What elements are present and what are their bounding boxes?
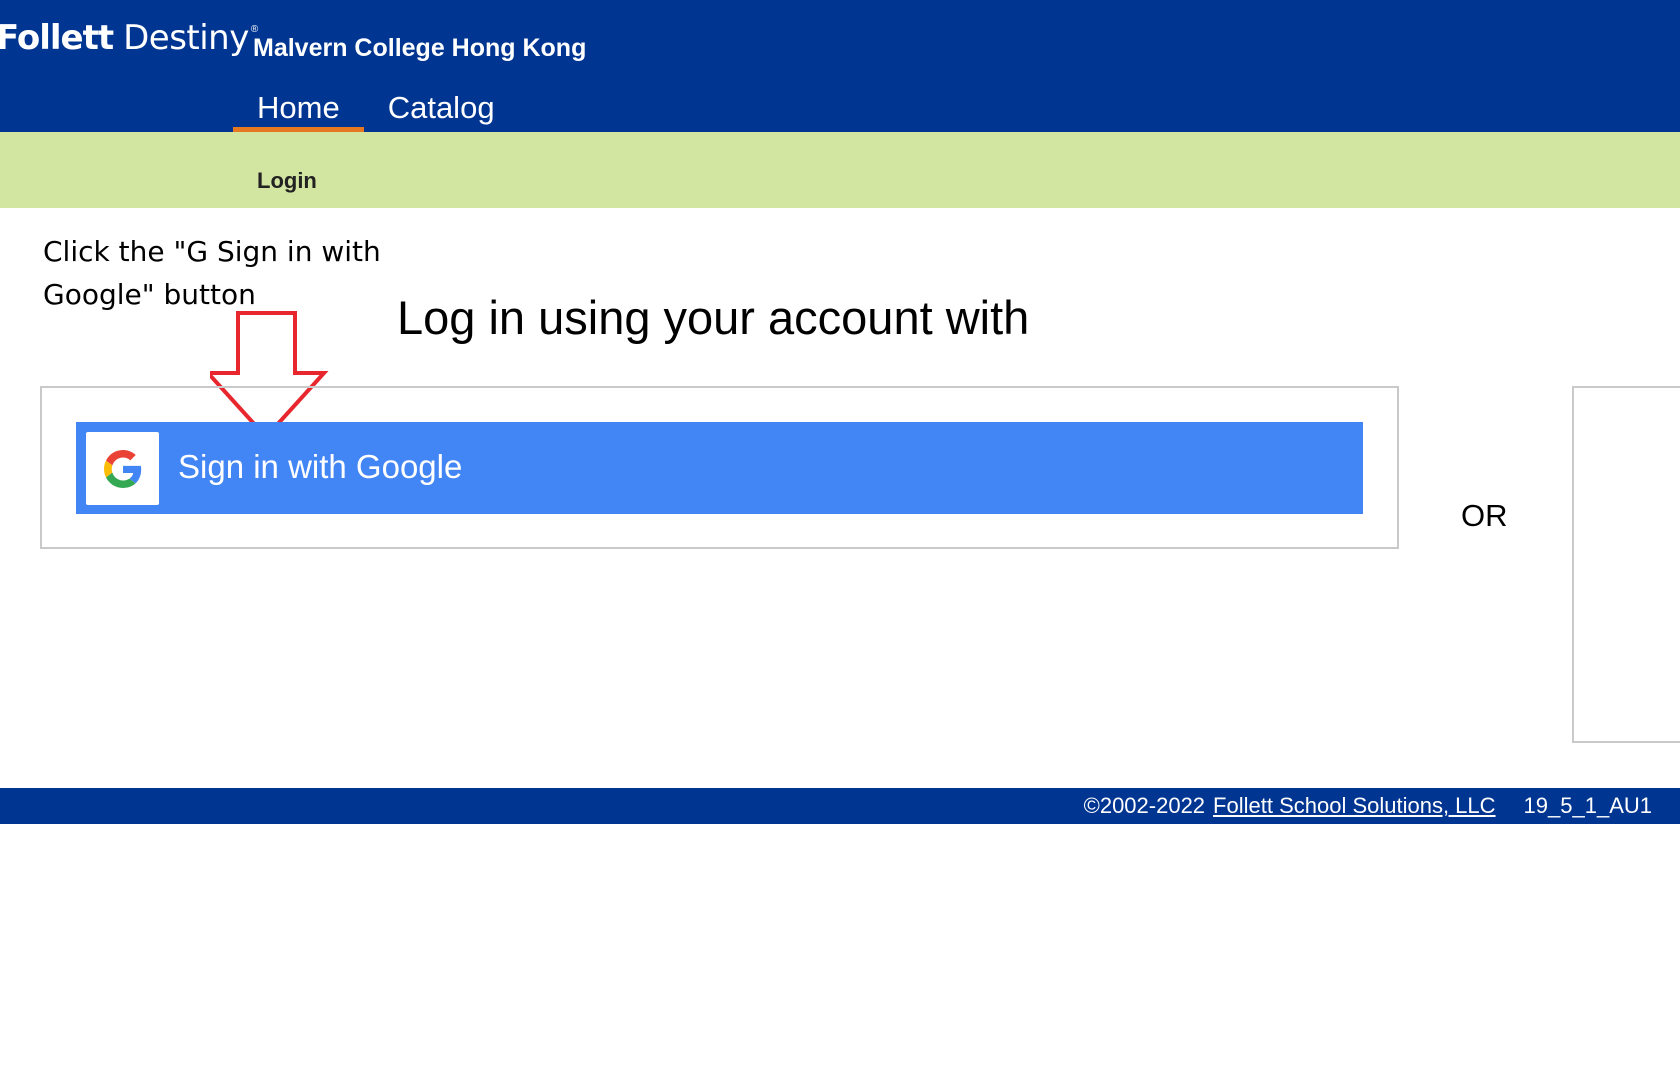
version-text: 19_5_1_AU1 <box>1523 793 1652 818</box>
footer-content: ©2002-2022 Follett School Solutions, LLC 1… <box>1084 788 1652 824</box>
tab-home[interactable]: Home <box>233 86 364 132</box>
footer-bar: ©2002-2022 Follett School Solutions, LLC 1… <box>0 788 1680 824</box>
logo-product: Destiny <box>123 18 249 58</box>
copyright-text: ©2002-2022 <box>1083 793 1206 818</box>
logo-brand: Follett <box>0 18 114 58</box>
sign-in-with-google-button[interactable]: Sign in with Google <box>76 422 1363 514</box>
or-separator: OR <box>1461 498 1508 533</box>
follett-destiny-logo[interactable]: Follett Destiny ® <box>0 18 258 68</box>
header-bar: Follett Destiny ® Malvern College Hong K… <box>0 0 1680 132</box>
follett-company-link[interactable]: Follett School Solutions, LLC <box>1213 793 1496 818</box>
sub-nav-bar <box>0 132 1680 208</box>
instruction-text: Click the "G Sign in with Google" button <box>43 235 381 311</box>
login-heading: Log in using your account with <box>397 291 1030 344</box>
google-g-icon <box>86 432 159 505</box>
school-name: Malvern College Hong Kong <box>253 34 587 62</box>
google-button-label: Sign in with Google <box>178 448 463 485</box>
subnav-login[interactable]: Login <box>257 168 317 194</box>
local-login-panel <box>1572 386 1680 743</box>
main-nav: Home Catalog <box>233 86 519 132</box>
tab-catalog[interactable]: Catalog <box>364 86 519 132</box>
